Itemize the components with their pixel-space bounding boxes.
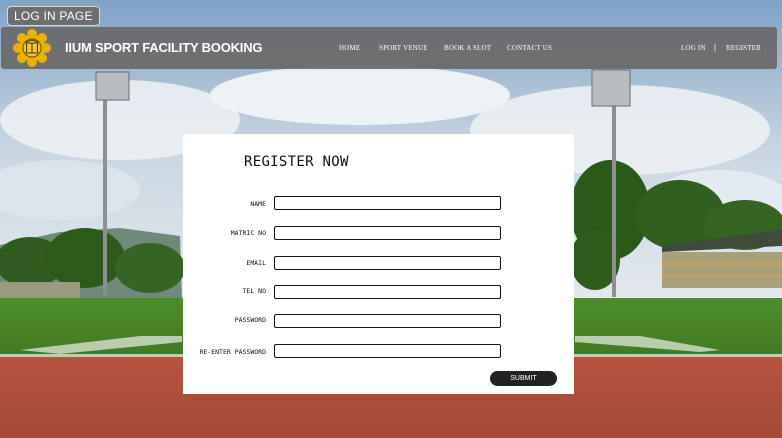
name-label: NAME — [250, 200, 266, 208]
iium-logo — [13, 29, 51, 67]
register-form-card: REGISTER NOW NAME MATRIC NO EMAIL TEL NO… — [183, 134, 574, 394]
matric-no-input[interactable] — [274, 226, 501, 240]
matric-no-label: MATRIC NO — [230, 229, 266, 237]
name-input[interactable] — [274, 196, 501, 210]
form-title: REGISTER NOW — [244, 154, 349, 170]
auth-separator: | — [714, 43, 717, 52]
nav-home-link[interactable]: HOME — [339, 44, 360, 52]
login-link[interactable]: LOG IN — [681, 44, 706, 52]
password-input[interactable] — [274, 314, 501, 328]
submit-button[interactable]: SUBMIT — [490, 371, 557, 386]
email-input[interactable] — [274, 256, 501, 270]
tel-no-input[interactable] — [274, 285, 501, 299]
nav-sport-venue-link[interactable]: SPORT VENUE — [379, 44, 428, 52]
tel-no-label: TEL NO — [242, 287, 266, 295]
email-label: EMAIL — [246, 259, 266, 267]
site-title: IIUM SPORT FACILITY BOOKING — [65, 40, 263, 55]
reenter-password-input[interactable] — [274, 344, 501, 358]
nav-book-a-slot-link[interactable]: BOOK A SLOT — [444, 44, 491, 52]
register-link[interactable]: REGISTER — [726, 44, 761, 52]
password-label: PASSWORD — [234, 316, 266, 324]
page-tag: LOG IN PAGE — [7, 6, 100, 26]
top-navbar: IIUM SPORT FACILITY BOOKING HOME SPORT V… — [1, 27, 777, 69]
reenter-password-label: RE-ENTER PASSWORD — [199, 348, 266, 356]
nav-contact-us-link[interactable]: CONTACT US — [507, 44, 552, 52]
